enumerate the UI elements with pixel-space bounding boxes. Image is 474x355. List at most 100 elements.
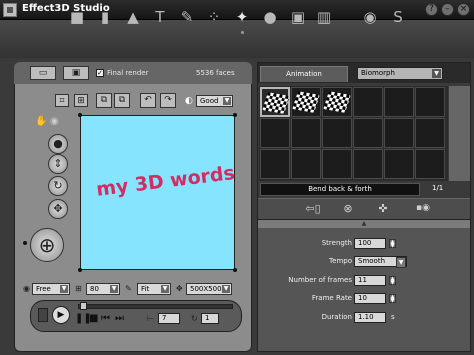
preset-slot[interactable]: [260, 149, 290, 179]
strength-input[interactable]: 100: [354, 238, 386, 249]
minimize-button[interactable]: –: [441, 3, 454, 16]
trackball-rotate-button[interactable]: ⊕: [30, 228, 64, 262]
preset-thumbnail[interactable]: [322, 87, 352, 117]
move-vertical-button[interactable]: ⇕: [48, 154, 68, 174]
camera-button[interactable]: ▣: [63, 66, 89, 80]
app-logo-icon: [3, 3, 17, 17]
cube-icon[interactable]: ■: [66, 6, 88, 28]
page-icon[interactable]: ▮: [94, 6, 116, 28]
preset-slot[interactable]: [353, 87, 383, 117]
camera-mode-select[interactable]: Free ▼: [32, 283, 70, 295]
tempo-label: Tempo: [329, 257, 352, 265]
duration-label: Duration: [321, 313, 352, 321]
frame-input[interactable]: 7: [158, 313, 180, 324]
preset-slot[interactable]: [322, 118, 352, 148]
preset-slot[interactable]: [415, 87, 445, 117]
quality-select[interactable]: Good ▼: [196, 95, 233, 107]
preset-slot[interactable]: [384, 87, 414, 117]
preset-slot[interactable]: [260, 118, 290, 148]
preset-page-indicator: 1/1: [432, 184, 444, 192]
preview-toggle-icon[interactable]: ▪◉: [408, 200, 438, 217]
duration-input[interactable]: 1.10: [354, 312, 386, 323]
close-button[interactable]: ×: [457, 3, 470, 16]
preset-category-select[interactable]: Biomorph ▼: [357, 67, 443, 80]
strength-label: Strength: [321, 239, 352, 247]
eye-toggle-icon[interactable]: ◉: [50, 116, 59, 127]
tempo-select[interactable]: Smooth ▼: [354, 256, 407, 268]
chevron-down-icon: ▼: [432, 69, 441, 78]
shapes-icon[interactable]: ▲: [122, 6, 144, 28]
frames-input[interactable]: 11: [354, 275, 386, 286]
resize-handle[interactable]: [78, 113, 82, 117]
stop-button[interactable]: ■: [89, 313, 98, 324]
chevron-down-icon: ▼: [161, 285, 169, 293]
preset-thumbnail[interactable]: [260, 87, 290, 117]
frames-stepper[interactable]: ▲ ▼: [389, 276, 396, 286]
preset-slot[interactable]: [291, 149, 321, 179]
final-render-checkbox[interactable]: ✓: [96, 69, 104, 77]
timeline-track[interactable]: [78, 304, 233, 309]
quality-value: Good: [200, 97, 219, 105]
grid-icon[interactable]: ⊞: [74, 94, 88, 107]
export-icon[interactable]: S: [387, 6, 409, 28]
size-select[interactable]: 500X500 ▼: [186, 283, 232, 295]
copy-icon[interactable]: ⧉: [96, 93, 112, 108]
frame-rate-input[interactable]: 10: [354, 293, 386, 304]
animation-icon[interactable]: ✦: [231, 6, 253, 28]
fit-select[interactable]: Fit ▼: [137, 283, 171, 295]
prev-frame-button[interactable]: ⏮: [101, 313, 110, 324]
adjust-animation-icon[interactable]: ✜: [368, 200, 398, 217]
resize-handle[interactable]: [233, 268, 237, 272]
duration-unit: s: [391, 313, 395, 321]
chevron-down-icon: ▼: [223, 97, 231, 105]
preset-slot[interactable]: [415, 118, 445, 148]
preset-slot[interactable]: [384, 149, 414, 179]
apply-animation-icon[interactable]: ⇦▯: [298, 200, 328, 217]
preset-slot[interactable]: [291, 118, 321, 148]
timeline-handle[interactable]: [80, 302, 87, 310]
crop-icon[interactable]: ⌗: [55, 94, 69, 107]
preset-slot[interactable]: [353, 118, 383, 148]
resize-handle[interactable]: [233, 113, 237, 117]
undo-icon[interactable]: ↶: [140, 93, 156, 108]
checker-flag-thumb: [262, 92, 290, 114]
active-tool-dot: [23, 241, 27, 245]
library-icon[interactable]: ▥: [313, 6, 335, 28]
light-icon[interactable]: ●: [259, 6, 281, 28]
preset-slot[interactable]: [353, 149, 383, 179]
view-mode-button[interactable]: ▭: [30, 66, 56, 80]
text-3d-icon[interactable]: T: [149, 6, 171, 28]
frame-rate-stepper[interactable]: ▲ ▼: [389, 294, 396, 304]
remove-animation-icon[interactable]: ⊗: [333, 200, 363, 217]
tab-animation[interactable]: Animation: [260, 66, 348, 82]
zoom-select[interactable]: 80 ▼: [86, 283, 120, 295]
preset-thumbnail[interactable]: [291, 87, 321, 117]
resize-handle[interactable]: [78, 268, 82, 272]
paint-icon[interactable]: ✎: [176, 6, 198, 28]
loop-count-input[interactable]: 1: [201, 313, 219, 324]
preset-slot[interactable]: [384, 118, 414, 148]
faces-count: 5536 faces: [196, 69, 235, 77]
move-object-button[interactable]: ●: [48, 134, 68, 154]
redo-icon[interactable]: ↷: [160, 93, 176, 108]
hand-icon[interactable]: ✋: [35, 116, 47, 127]
objects-icon[interactable]: ⁘: [203, 6, 225, 28]
checker-flag-thumb: [323, 91, 351, 113]
background-icon[interactable]: ▣: [287, 6, 309, 28]
play-button[interactable]: ▶: [52, 306, 70, 324]
help-button[interactable]: ?: [425, 3, 438, 16]
preset-slot[interactable]: [322, 149, 352, 179]
eye-icon[interactable]: ◉: [359, 6, 381, 28]
zoom-icon: ⊞: [75, 284, 82, 293]
grid-scrollbar[interactable]: [449, 86, 470, 181]
next-frame-button[interactable]: ⏭: [115, 313, 124, 324]
panel-splitter[interactable]: ▲: [258, 220, 470, 228]
rotate-button[interactable]: ↻: [48, 176, 68, 196]
strength-stepper[interactable]: ▲ ▼: [389, 239, 396, 249]
timeline-icon: [38, 308, 48, 322]
preset-slot[interactable]: [415, 149, 445, 179]
contrast-icon: ◐: [185, 96, 193, 106]
paste-icon[interactable]: ⧉: [114, 93, 130, 108]
move-all-button[interactable]: ✥: [48, 199, 68, 219]
chevron-down-icon: ▼: [110, 285, 118, 293]
